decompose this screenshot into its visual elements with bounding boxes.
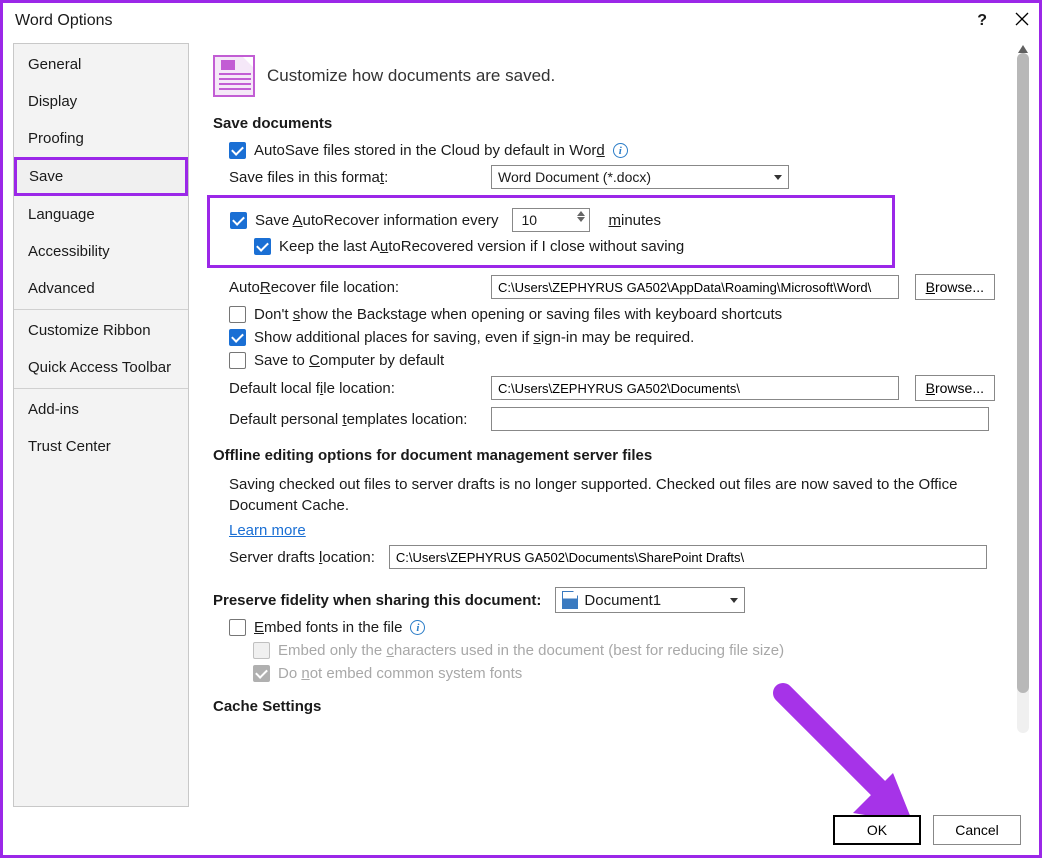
sidebar-item-trust-center[interactable]: Trust Center [14, 428, 188, 465]
titlebar: Word Options ? [3, 3, 1039, 39]
sidebar-item-language[interactable]: Language [14, 196, 188, 233]
autorecover-minutes-spinner[interactable]: 10 [512, 208, 590, 232]
offline-note: Saving checked out files to server draft… [213, 474, 995, 516]
highlight-annotation: Save AutoRecover information every 10 mi… [207, 195, 895, 268]
help-icon[interactable]: ? [977, 12, 987, 30]
show-additional-label: Show additional places for saving, even … [254, 329, 694, 346]
dont-show-backstage-label: Don't show the Backstage when opening or… [254, 306, 782, 323]
section-save-documents: Save documents [213, 115, 995, 132]
sidebar-item-accessibility[interactable]: Accessibility [14, 233, 188, 270]
scroll-up-icon[interactable] [1018, 45, 1028, 53]
default-local-browse-button[interactable]: Browse... [915, 375, 995, 401]
autorecover-label: Save AutoRecover information every [255, 212, 498, 229]
sidebar-item-quick-access[interactable]: Quick Access Toolbar [14, 349, 188, 386]
save-computer-label: Save to Computer by default [254, 352, 444, 369]
autorecover-browse-button[interactable]: Browse... [915, 274, 995, 300]
autosave-cloud-label: AutoSave files stored in the Cloud by de… [254, 142, 605, 159]
show-additional-checkbox[interactable] [229, 329, 246, 346]
learn-more-link[interactable]: Learn more [229, 522, 306, 539]
sidebar-item-display[interactable]: Display [14, 83, 188, 120]
sidebar-item-save[interactable]: Save [14, 157, 188, 196]
close-icon[interactable] [1015, 12, 1029, 31]
no-common-checkbox [253, 665, 270, 682]
server-drafts-label: Server drafts location: [229, 549, 375, 566]
autorecover-location-label: AutoRecover file location: [229, 279, 475, 296]
server-drafts-input[interactable] [389, 545, 987, 569]
info-icon[interactable]: i [410, 620, 425, 635]
save-format-label: Save files in this format: [229, 169, 475, 186]
default-templates-input[interactable] [491, 407, 989, 431]
minutes-label: minutes [608, 212, 661, 229]
save-format-select[interactable]: Word Document (*.docx) [491, 165, 789, 189]
section-preserve: Preserve fidelity when sharing this docu… [213, 592, 541, 609]
window-title: Word Options [15, 12, 113, 30]
info-icon[interactable]: i [613, 143, 628, 158]
document-icon [562, 591, 578, 609]
embed-fonts-checkbox[interactable] [229, 619, 246, 636]
scrollbar[interactable] [1017, 53, 1029, 733]
default-local-label: Default local file location: [229, 380, 475, 397]
sidebar-item-addins[interactable]: Add-ins [14, 391, 188, 428]
no-common-label: Do not embed common system fonts [278, 665, 522, 682]
default-local-input[interactable] [491, 376, 899, 400]
chevron-down-icon [774, 175, 782, 180]
section-cache: Cache Settings [213, 698, 995, 715]
default-templates-label: Default personal templates location: [229, 411, 475, 428]
sidebar-item-general[interactable]: General [14, 46, 188, 83]
section-offline: Offline editing options for document man… [213, 447, 995, 464]
autorecover-checkbox[interactable] [230, 212, 247, 229]
save-computer-checkbox[interactable] [229, 352, 246, 369]
autorecover-location-input[interactable] [491, 275, 899, 299]
scroll-thumb[interactable] [1017, 53, 1029, 693]
dont-show-backstage-checkbox[interactable] [229, 306, 246, 323]
sidebar-item-advanced[interactable]: Advanced [14, 270, 188, 307]
cancel-button[interactable]: Cancel [933, 815, 1021, 845]
sidebar: General Display Proofing Save Language A… [13, 43, 189, 807]
embed-chars-checkbox [253, 642, 270, 659]
preserve-document-select[interactable]: Document1 [555, 587, 745, 613]
autosave-cloud-checkbox[interactable] [229, 142, 246, 159]
save-disk-icon [213, 55, 255, 97]
page-heading: Customize how documents are saved. [267, 66, 555, 86]
sidebar-item-customize-ribbon[interactable]: Customize Ribbon [14, 312, 188, 349]
embed-fonts-label: Embed fonts in the file [254, 619, 402, 636]
sidebar-item-proofing[interactable]: Proofing [14, 120, 188, 157]
ok-button[interactable]: OK [833, 815, 921, 845]
keep-last-checkbox[interactable] [254, 238, 271, 255]
chevron-down-icon [730, 598, 738, 603]
keep-last-label: Keep the last AutoRecovered version if I… [279, 238, 684, 255]
embed-chars-label: Embed only the characters used in the do… [278, 642, 784, 659]
